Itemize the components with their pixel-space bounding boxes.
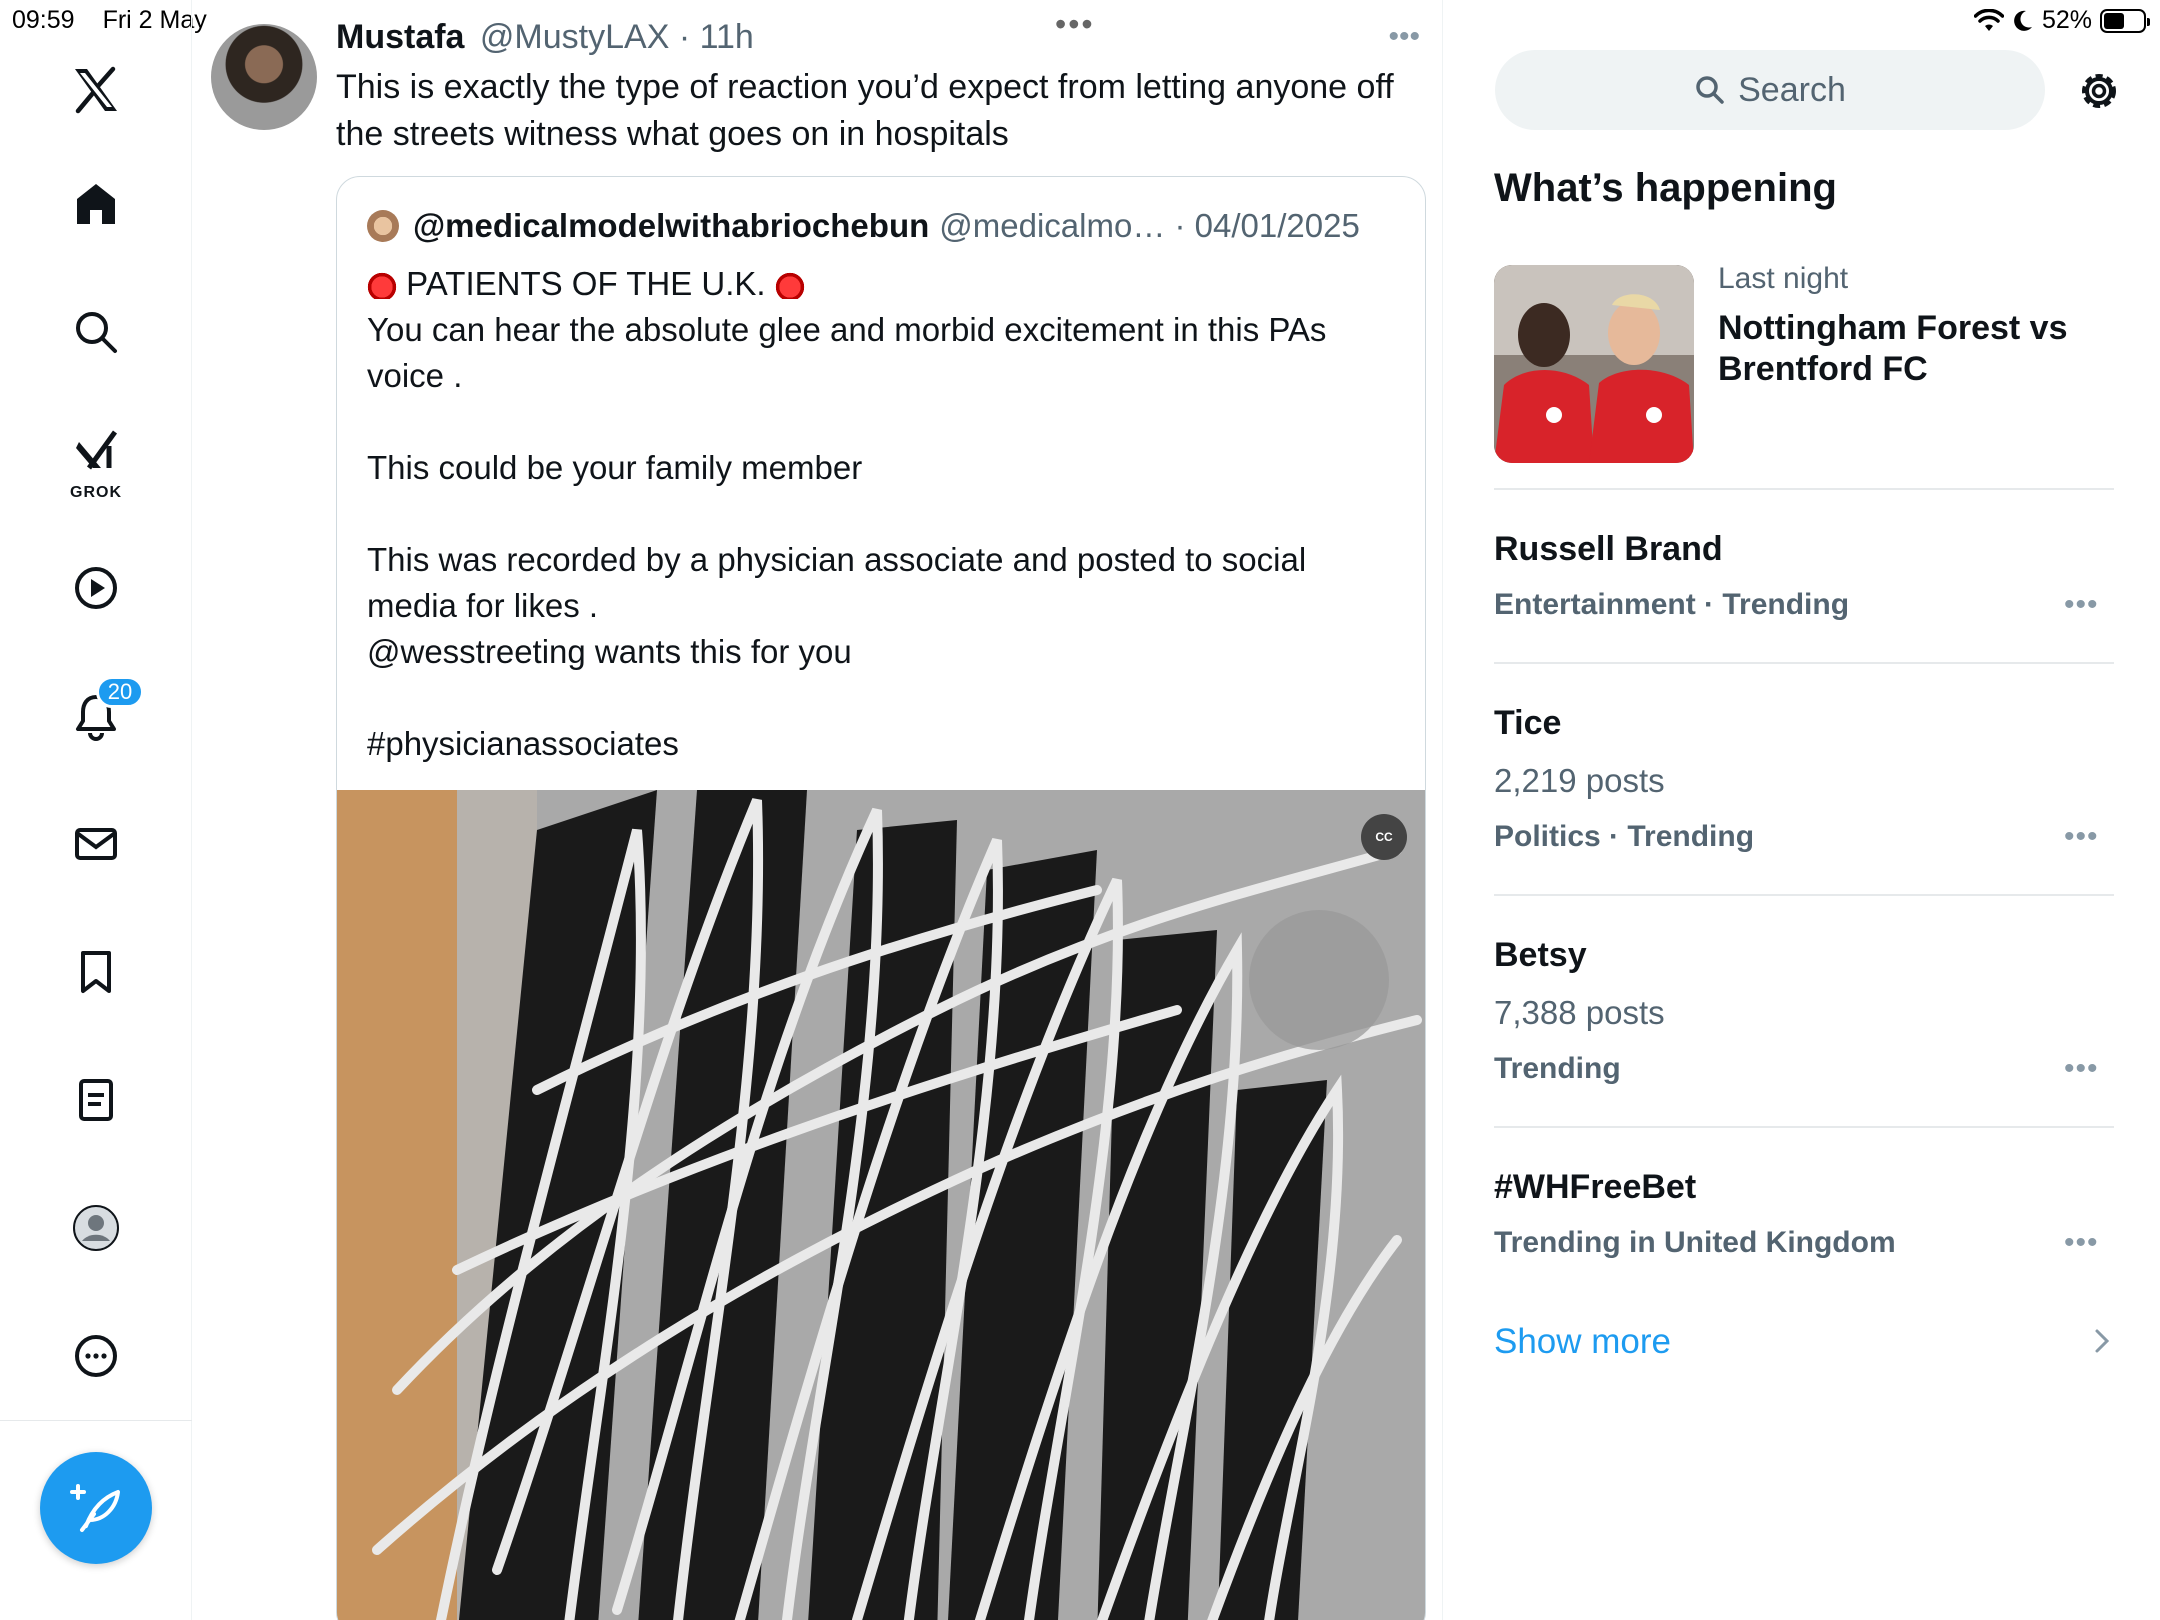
trend-post-count: 2,219 posts [1494, 762, 1665, 799]
notifications-bell-icon[interactable]: 20 [56, 676, 144, 756]
quote-header: @medicalmodelwithabriochebun @medicalmo…… [367, 207, 1360, 245]
quoted-post[interactable]: @medicalmodelwithabriochebun @medicalmo…… [336, 176, 1426, 1620]
trend-category: Politics · Trending [1494, 820, 1755, 853]
trend-more-icon[interactable]: ••• [2064, 588, 2099, 622]
nav-divider [0, 1420, 192, 1421]
event-image[interactable] [1494, 265, 1694, 463]
search-placeholder: Search [1738, 70, 1846, 109]
trend-name[interactable]: Russell Brand [1494, 530, 1723, 569]
trend-name[interactable]: #WHFreeBet [1494, 1168, 1696, 1207]
show-more-link[interactable]: Show more [1494, 1322, 1671, 1362]
more-options-icon[interactable] [56, 1316, 136, 1396]
trend-more-icon[interactable]: ••• [2064, 820, 2099, 854]
moon-icon [2014, 10, 2032, 31]
post-text: This is exactly the type of reaction you… [336, 68, 1394, 153]
compose-feather-icon [70, 1484, 120, 1532]
post-more-icon[interactable]: ••• [1388, 20, 1420, 54]
football-players-image [1494, 265, 1694, 463]
author-name[interactable]: Mustafa [336, 18, 464, 56]
chevron-right-icon[interactable] [2090, 1326, 2114, 1356]
explore-search-icon[interactable] [56, 292, 136, 372]
post-author-line: Mustafa @MustyLAX · 11h [336, 18, 754, 57]
trend-name[interactable]: Betsy [1494, 936, 1587, 975]
quote-avatar [367, 210, 399, 242]
event-title[interactable]: Nottingham Forest vs Brentford FC [1718, 308, 2138, 390]
author-avatar[interactable] [211, 24, 317, 130]
grok-icon[interactable]: GROK [56, 420, 136, 504]
grok-label: GROK [70, 484, 122, 501]
trend-category: Trending [1494, 1052, 1621, 1085]
messages-mail-icon[interactable] [56, 804, 136, 884]
sidebar-divider [1494, 894, 2114, 896]
timeline: ••• Mustafa @MustyLAX · 11h ••• This is … [193, 0, 1443, 1620]
notifications-badge: 20 [96, 676, 144, 708]
quote-author-name: @medicalmodelwithabriochebun [413, 207, 930, 244]
compose-post-button[interactable] [40, 1452, 152, 1564]
sidebar-divider [1494, 1126, 2114, 1128]
quote-headline: PATIENTS OF THE U.K. [406, 265, 766, 302]
battery-percent: 52% [2041, 6, 2092, 34]
status-bar-right: 52% [1973, 6, 2150, 35]
video-play-icon[interactable] [56, 548, 136, 628]
trend-more-icon[interactable]: ••• [2064, 1052, 2099, 1086]
wifi-icon [1973, 8, 2004, 31]
left-nav: GROK 20 [0, 0, 192, 1620]
siren-emoji-icon-2 [774, 269, 805, 299]
redacted-scribble-image [337, 790, 1425, 1620]
video-media[interactable]: CC [337, 790, 1425, 1620]
battery-fill [2104, 12, 2124, 29]
whats-happening-title: What’s happening [1494, 166, 1837, 210]
trend-category: Trending in United Kingdom [1494, 1226, 1896, 1259]
settings-gear-icon[interactable] [2076, 68, 2122, 114]
sidebar-divider [1494, 488, 2114, 490]
quote-body: PATIENTS OF THE U.K. You can hear the ab… [367, 261, 1397, 767]
x-logo-icon[interactable] [56, 50, 136, 130]
sidebar-divider [1494, 662, 2114, 664]
search-input[interactable]: Search [1495, 50, 2045, 130]
quote-meta: @medicalmo… · 04/01/2025 [939, 207, 1360, 244]
author-meta: @MustyLAX · 11h [479, 18, 754, 56]
profile-avatar-icon[interactable] [56, 1188, 136, 1268]
trend-more-icon[interactable]: ••• [2064, 1226, 2099, 1260]
top-more-dots-icon[interactable]: ••• [1055, 6, 1095, 43]
bookmark-icon[interactable] [56, 932, 136, 1012]
trend-category: Entertainment · Trending [1494, 588, 1850, 621]
lists-icon[interactable] [56, 1060, 136, 1140]
battery-icon [2100, 8, 2150, 33]
home-icon[interactable] [56, 164, 136, 244]
quote-text: You can hear the absolute glee and morbi… [367, 311, 1327, 762]
siren-emoji-icon [367, 269, 397, 299]
trend-post-count: 7,388 posts [1494, 994, 1665, 1031]
trend-name[interactable]: Tice [1494, 704, 1561, 743]
event-time: Last night [1718, 262, 1849, 295]
captions-cc-button[interactable]: CC [1361, 814, 1407, 860]
search-icon [1696, 76, 1724, 104]
